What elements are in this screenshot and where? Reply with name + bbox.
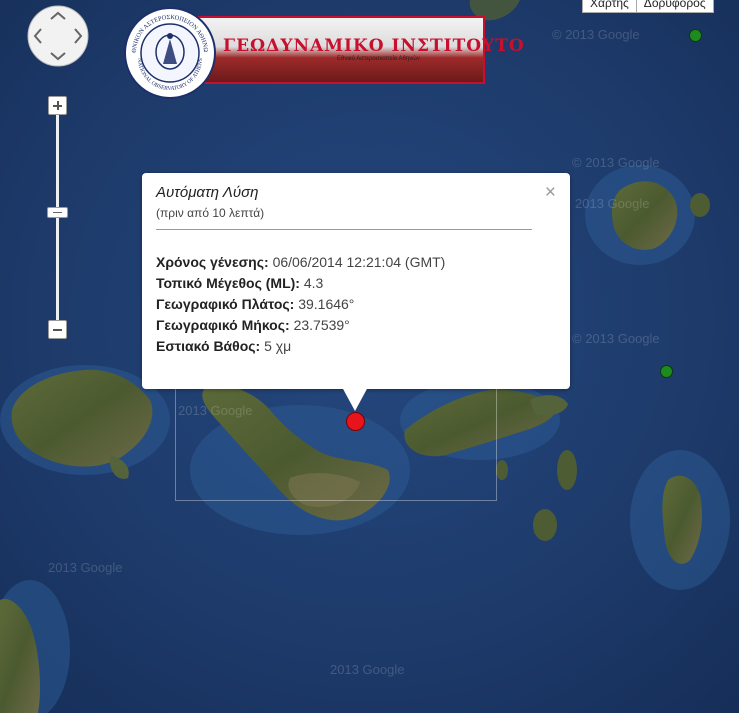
map-type-control: Χάρτης Δορυφόρος	[582, 0, 714, 13]
map-watermark: © 2013 Google	[572, 331, 660, 346]
map-watermark: © 2013 Google	[552, 27, 640, 42]
depth-row: Εστιακό Βάθος: 5 χμ	[156, 338, 292, 354]
close-icon[interactable]: ×	[545, 183, 556, 202]
station-marker[interactable]	[689, 29, 702, 42]
map-watermark: 2013 Google	[330, 662, 405, 677]
origin-time-value: 06/06/2014 12:21:04 (GMT)	[272, 254, 446, 270]
popup-divider	[156, 229, 532, 230]
origin-time-row: Χρόνος γένεσης: 06/06/2014 12:21:04 (GMT…	[156, 254, 446, 270]
zoom-slider-track[interactable]	[56, 110, 59, 328]
magnitude-row: Τοπικό Μέγεθος (ML): 4.3	[156, 275, 324, 291]
pan-control[interactable]	[27, 5, 89, 67]
observatory-seal-icon: ΕΘΝΙΚΟΝ ΑΣΤΕΡΟΣΚΟΠΕΙΟΝ ΑΘΗΝΩΝ NATIONAL O…	[123, 6, 216, 99]
pan-arrows-icon	[27, 5, 89, 67]
longitude-value: 23.7539°	[293, 317, 350, 333]
map-type-satellite-button[interactable]: Δορυφόρος	[636, 0, 714, 13]
popup-title: Αυτόματη Λύση	[156, 184, 259, 201]
logo-title: ΓΕΩΔΥΝΑΜΙΚΟ ΙΝΣΤΙΤΟΥΤΟ	[223, 36, 525, 56]
longitude-row: Γεωγραφικό Μήκος: 23.7539°	[156, 317, 350, 333]
magnitude-value: 4.3	[303, 275, 324, 291]
depth-value: 5 χμ	[264, 338, 292, 354]
popup-pointer	[342, 387, 368, 411]
selection-box	[175, 382, 497, 501]
map-view[interactable]: © 2013 Google © 2013 Google © 2013 Googl…	[0, 0, 739, 713]
latitude-row: Γεωγραφικό Πλάτος: 39.1646°	[156, 296, 355, 312]
map-watermark: 2013 Google	[575, 196, 650, 211]
map-watermark: 2013 Google	[48, 560, 123, 575]
earthquake-info-popup: × Αυτόματη Λύση (πριν από 10 λεπτά) Χρόν…	[142, 173, 570, 389]
institute-logo[interactable]: ΓΕΩΔΥΝΑΜΙΚΟ ΙΝΣΤΙΤΟΥΤΟ Εθνικό Αστεροσκοπ…	[123, 6, 524, 102]
zoom-in-button[interactable]	[48, 96, 67, 115]
minus-icon	[53, 329, 62, 331]
logo-subtitle: Εθνικό Αστεροσκοπείο Αθηνών	[337, 56, 420, 62]
map-type-map-button[interactable]: Χάρτης	[582, 0, 637, 13]
latitude-value: 39.1646°	[298, 296, 355, 312]
station-marker[interactable]	[660, 365, 673, 378]
zoom-slider-handle[interactable]	[47, 207, 68, 218]
zoom-out-button[interactable]	[48, 320, 67, 339]
popup-subtitle: (πριν από 10 λεπτά)	[156, 206, 265, 220]
earthquake-marker[interactable]	[346, 412, 365, 431]
map-watermark: © 2013 Google	[572, 155, 660, 170]
